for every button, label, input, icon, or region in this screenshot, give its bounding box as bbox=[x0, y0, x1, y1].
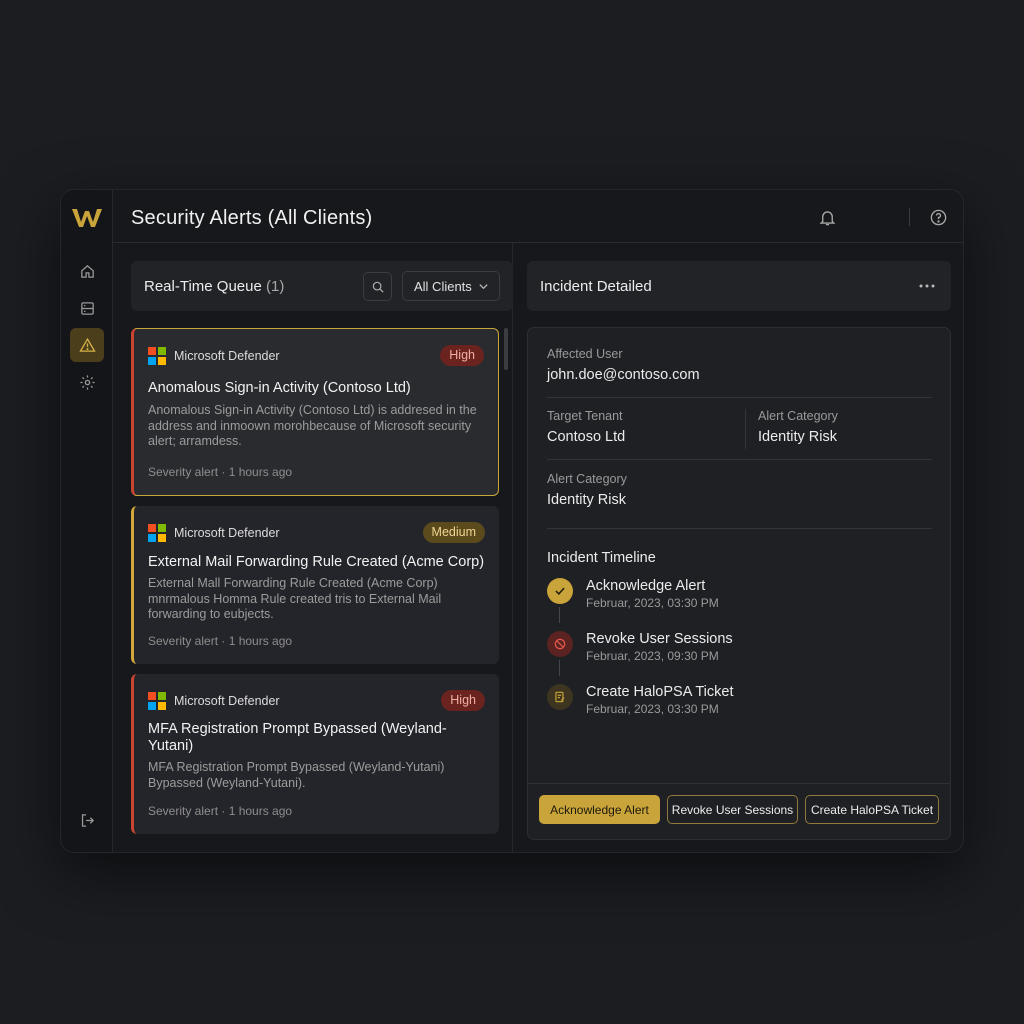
alert-vendor: Microsoft Defender bbox=[174, 694, 280, 708]
sidebar-item-home[interactable] bbox=[70, 254, 104, 288]
timeline-title: Incident Timeline bbox=[547, 550, 656, 566]
timeline-step-icon bbox=[547, 578, 573, 604]
alert-category-value: Identity Risk bbox=[758, 429, 837, 445]
queue-title: Real-Time Queue (1) bbox=[144, 278, 284, 295]
warning-icon bbox=[78, 337, 96, 352]
alert-category-label-2: Alert Category bbox=[547, 472, 627, 486]
page-title: Security Alerts (All Clients) bbox=[131, 207, 373, 229]
timeline-step-title: Create HaloPSA Ticket bbox=[586, 684, 734, 700]
alert-vendor: Microsoft Defender bbox=[174, 526, 280, 540]
alert-category-value-2: Identity Risk bbox=[547, 492, 626, 508]
client-filter-select[interactable]: All Clients bbox=[402, 271, 500, 301]
timeline-step-title: Acknowledge Alert bbox=[586, 578, 706, 594]
action-bar: Acknowledge Alert Revoke User Sessions C… bbox=[528, 783, 950, 839]
sidebar-item-servers[interactable] bbox=[70, 291, 104, 325]
server-icon bbox=[80, 301, 94, 315]
microsoft-logo-icon bbox=[148, 524, 166, 542]
search-button[interactable] bbox=[363, 272, 392, 301]
queue-title-text: Real-Time Queue bbox=[144, 278, 262, 295]
alert-card[interactable]: Microsoft Defender High Anomalous Sign-i… bbox=[131, 328, 499, 496]
sidebar-item-alerts[interactable] bbox=[70, 328, 104, 362]
app-window: Security Alerts (All Clients) Real-Time … bbox=[60, 189, 964, 853]
timeline-step-icon bbox=[547, 684, 573, 710]
alert-meta: Severity alert · 1 hours ago bbox=[148, 634, 293, 648]
logout-button[interactable] bbox=[70, 803, 104, 837]
search-icon bbox=[372, 281, 384, 293]
timeline-connector bbox=[559, 607, 560, 623]
divider bbox=[547, 397, 932, 398]
create-ticket-button[interactable]: Create HaloPSA Ticket bbox=[805, 795, 939, 824]
divider bbox=[547, 459, 932, 460]
sidebar-item-settings[interactable] bbox=[70, 365, 104, 399]
alert-card[interactable]: Microsoft Defender High MFA Registration… bbox=[131, 674, 499, 834]
severity-badge: Medium bbox=[422, 522, 485, 543]
sidebar-rail bbox=[61, 190, 113, 852]
chevron-down-icon bbox=[479, 284, 488, 290]
block-icon bbox=[554, 638, 566, 650]
alert-description: External Mall Forwarding Rule Created (A… bbox=[148, 576, 442, 621]
alert-meta: Severity alert · 1 hours ago bbox=[148, 804, 293, 818]
check-icon bbox=[555, 587, 565, 596]
affected-user-label: Affected User bbox=[547, 347, 623, 361]
gear-icon bbox=[79, 374, 95, 390]
severity-badge: High bbox=[440, 345, 484, 366]
help-button[interactable] bbox=[925, 204, 951, 230]
alert-title: Anomalous Sign-in Activity (Contoso Ltd) bbox=[148, 380, 411, 396]
target-tenant-value: Contoso Ltd bbox=[547, 429, 626, 445]
ticket-icon bbox=[555, 691, 565, 703]
detail-title: Incident Detailed bbox=[540, 278, 652, 295]
timeline-step-title: Revoke User Sessions bbox=[586, 631, 733, 647]
top-bar: Security Alerts (All Clients) bbox=[113, 190, 963, 243]
alert-title: MFA Registration Prompt Bypassed (Weylan… bbox=[148, 721, 447, 754]
alert-meta: Severity alert · 1 hours ago bbox=[148, 465, 293, 479]
incident-detail-card: Affected User john.doe@contoso.com Targe… bbox=[527, 327, 951, 840]
alert-category-label: Alert Category bbox=[758, 409, 838, 423]
queue-scrollbar[interactable] bbox=[504, 328, 508, 370]
queue-header: Real-Time Queue (1) All Clients bbox=[131, 261, 513, 311]
toolbar-divider bbox=[909, 208, 910, 226]
acknowledge-alert-button[interactable]: Acknowledge Alert bbox=[539, 795, 660, 824]
alert-card[interactable]: Microsoft Defender Medium External Mail … bbox=[131, 506, 499, 664]
affected-user-value: john.doe@contoso.com bbox=[547, 367, 700, 383]
brand-logo bbox=[72, 209, 102, 227]
target-tenant-label: Target Tenant bbox=[547, 409, 623, 423]
alert-description: Anomalous Sign-in Activity (Contoso Ltd)… bbox=[148, 403, 477, 448]
column-divider bbox=[512, 243, 513, 852]
timeline-step-date: Februar, 2023, 03:30 PM bbox=[586, 596, 719, 610]
help-icon bbox=[930, 209, 946, 225]
alert-description: MFA Registration Prompt Bypassed (Weylan… bbox=[148, 760, 445, 790]
queue-count: (1) bbox=[266, 278, 285, 295]
bell-icon bbox=[819, 210, 835, 225]
more-options-icon[interactable] bbox=[917, 278, 937, 294]
vertical-divider bbox=[745, 409, 746, 449]
detail-header: Incident Detailed bbox=[527, 261, 951, 311]
timeline-step-date: Februar, 2023, 09:30 PM bbox=[586, 649, 719, 663]
logout-icon bbox=[81, 813, 94, 827]
microsoft-logo-icon bbox=[148, 692, 166, 710]
divider bbox=[547, 528, 932, 529]
client-filter-value: All Clients bbox=[414, 278, 472, 294]
revoke-sessions-button[interactable]: Revoke User Sessions bbox=[667, 795, 798, 824]
severity-badge: High bbox=[441, 690, 485, 711]
timeline-connector bbox=[559, 660, 560, 676]
home-icon bbox=[80, 264, 94, 278]
alert-title: External Mail Forwarding Rule Created (A… bbox=[148, 554, 485, 570]
notifications-button[interactable] bbox=[814, 204, 840, 230]
timeline-step-date: Februar, 2023, 03:30 PM bbox=[586, 702, 719, 716]
microsoft-logo-icon bbox=[148, 347, 166, 365]
timeline-step-icon bbox=[547, 631, 573, 657]
alert-vendor: Microsoft Defender bbox=[174, 349, 280, 363]
